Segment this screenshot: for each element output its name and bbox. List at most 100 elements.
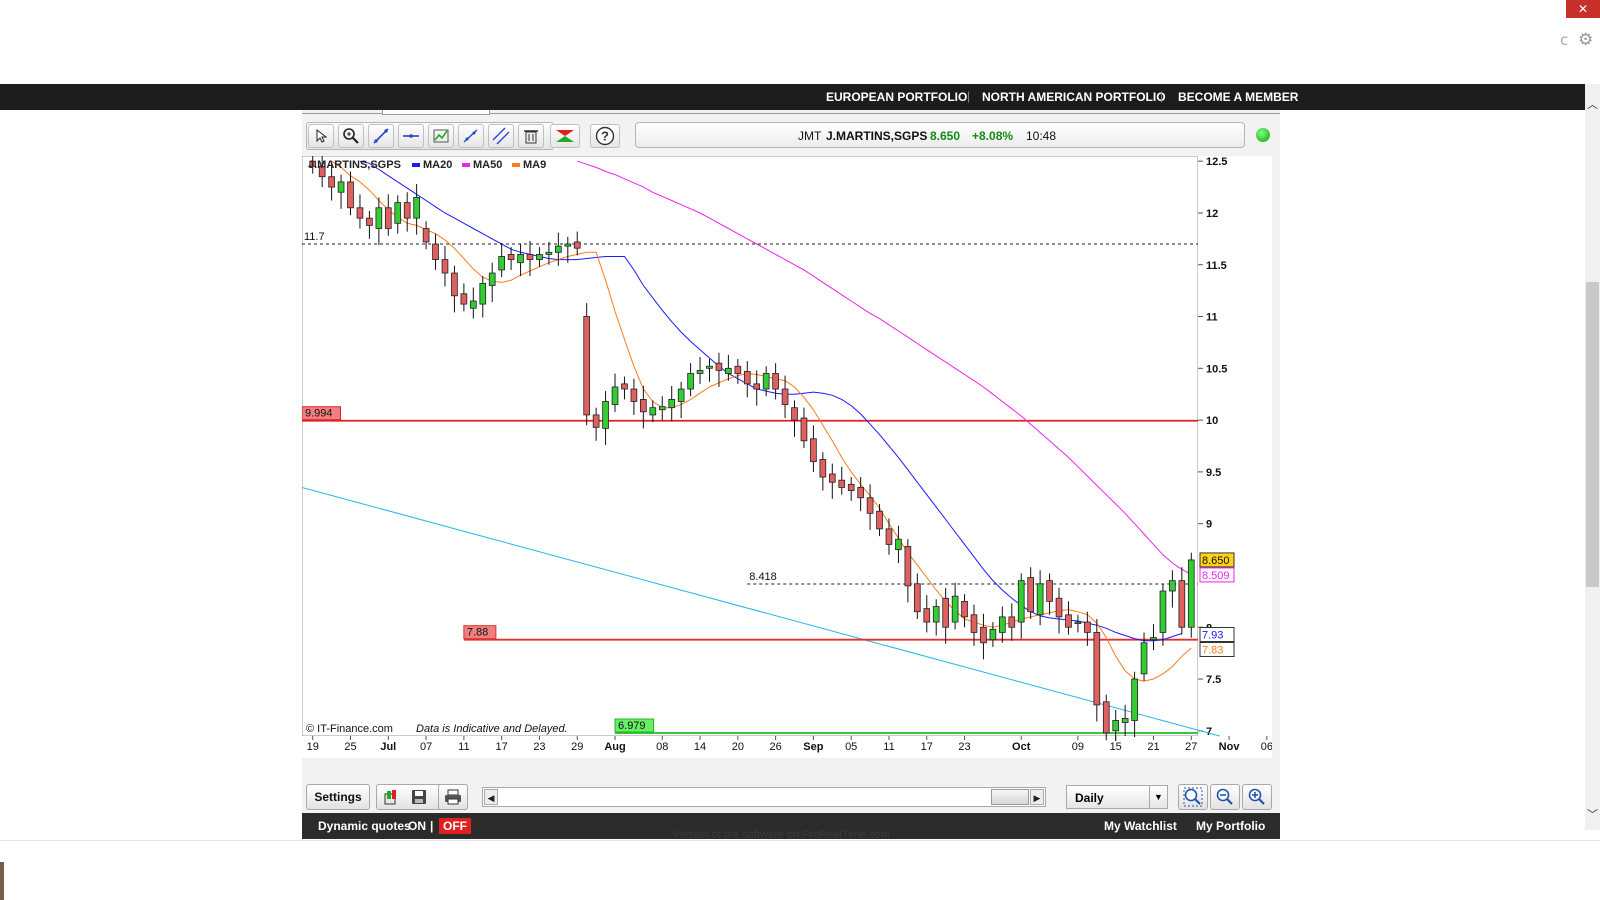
quote-ticker-box: JMT J.MARTINS,SGPS 8.650 +8.08% 10:48	[635, 122, 1245, 148]
scroll-right-icon[interactable]: ▶	[1030, 789, 1044, 805]
prorealtime-logo-icon[interactable]	[550, 124, 580, 148]
x-tick-label: 17	[921, 741, 933, 753]
candle-body	[451, 272, 458, 297]
candle-body	[1027, 577, 1035, 613]
x-tick-label: 26	[769, 741, 781, 753]
nav-become-member[interactable]: BECOME A MEMBER	[1178, 90, 1298, 104]
status-indicator-icon	[1256, 128, 1270, 142]
help-button[interactable]: ?	[590, 124, 620, 148]
candle-body	[980, 626, 987, 644]
candle-body	[762, 373, 770, 390]
x-tick-label: Oct	[1012, 741, 1031, 753]
page-bottom-area	[0, 840, 1600, 900]
candle-body	[1140, 642, 1148, 675]
legend-label: MA9	[523, 159, 546, 171]
trendline-icon[interactable]	[368, 124, 394, 148]
scroll-left-icon[interactable]: ◀	[484, 789, 498, 805]
zoom-in-icon[interactable]	[1242, 784, 1272, 810]
tab-active[interactable]	[382, 110, 490, 115]
nav-north-american-portfolio[interactable]: NORTH AMERICAN PORTFOLIO	[982, 90, 1166, 104]
scroll-up-icon[interactable]: ︿	[1585, 96, 1600, 112]
zoom-out-icon[interactable]	[1210, 784, 1240, 810]
candle	[583, 303, 591, 426]
corner-mark	[0, 862, 4, 900]
x-tick-label: Nov	[1219, 741, 1241, 753]
candle-body	[602, 401, 609, 429]
candle-body	[810, 438, 817, 462]
x-tick-label: 06	[1261, 741, 1272, 753]
partial-icon: ⅽ	[1560, 32, 1569, 49]
candle-body	[904, 546, 912, 587]
candle-body	[876, 510, 883, 530]
my-watchlist-link[interactable]: My Watchlist	[1104, 819, 1177, 833]
level-label: 11.7	[304, 231, 325, 243]
candle-body	[725, 367, 732, 374]
plot-area	[302, 156, 1199, 737]
candle-body	[1112, 720, 1120, 732]
candle-body	[564, 243, 572, 247]
y-tick-label: 7.5	[1206, 674, 1221, 686]
quote-symbol: JMT	[798, 129, 822, 143]
candle-body	[658, 406, 666, 411]
price-chart[interactable]: 12.51211.51110.5109.5987.571925Jul071117…	[302, 156, 1272, 776]
period-select[interactable]: Daily ▼	[1066, 785, 1168, 809]
candle-body	[649, 407, 657, 416]
export-icon[interactable]	[378, 786, 404, 808]
candle-body	[1008, 616, 1016, 628]
fibonacci-icon[interactable]	[458, 124, 484, 148]
scroll-thumb[interactable]	[991, 789, 1029, 805]
tab[interactable]	[302, 110, 382, 114]
scroll-down-icon[interactable]: ﹀	[1585, 806, 1600, 822]
legend-swatch	[462, 163, 470, 167]
zoom-area-icon[interactable]	[338, 124, 364, 148]
channel-icon[interactable]	[488, 124, 514, 148]
candle-body	[536, 253, 543, 260]
footer-separator: |	[430, 819, 434, 833]
page-scrollbar-thumb[interactable]	[1586, 282, 1599, 587]
delete-icon[interactable]	[518, 124, 544, 148]
print-icon[interactable]	[438, 784, 468, 810]
chart-horizontal-scrollbar[interactable]: ◀ ▶	[482, 787, 1046, 807]
candle-body	[1121, 717, 1129, 723]
top-navigation: EUROPEAN PORTFOLIO | NORTH AMERICAN PORT…	[0, 84, 1590, 110]
nav-separator: |	[1160, 89, 1164, 103]
y-tick-label: 10.5	[1206, 363, 1227, 375]
candle-body	[375, 207, 383, 229]
candle-body	[394, 202, 402, 224]
gear-icon[interactable]: ⚙	[1578, 30, 1593, 50]
price-value-label: 7.93	[1202, 630, 1223, 642]
dynamic-quotes-label: Dynamic quotes	[318, 819, 411, 833]
candle-body	[970, 614, 978, 633]
nav-european-portfolio[interactable]: EUROPEAN PORTFOLIO	[826, 90, 967, 104]
chevron-down-icon[interactable]: ▼	[1149, 786, 1167, 808]
candle-body	[687, 373, 694, 390]
candle-body	[819, 459, 827, 478]
pointer-icon[interactable]	[308, 124, 334, 148]
zoom-fit-icon[interactable]	[1178, 784, 1208, 810]
horizontal-line-icon[interactable]	[398, 124, 424, 148]
candle-body	[800, 417, 808, 442]
candle-body	[347, 181, 354, 209]
candle-body	[989, 628, 997, 641]
x-tick-label: 27	[1185, 741, 1197, 753]
y-tick-label: 9.5	[1206, 467, 1221, 479]
chart-canvas[interactable]: 12.51211.51110.5109.5987.571925Jul071117…	[302, 156, 1272, 776]
quote-price: 8.650	[930, 129, 961, 143]
x-tick-label: 29	[571, 741, 583, 753]
window-close-button[interactable]: ✕	[1566, 0, 1600, 18]
level-label: 6.979	[618, 720, 646, 732]
settings-button[interactable]: Settings	[306, 784, 370, 810]
candle-body	[1187, 559, 1195, 628]
my-portfolio-link[interactable]: My Portfolio	[1196, 819, 1265, 833]
candle-body	[507, 253, 515, 260]
save-icon[interactable]	[406, 786, 432, 808]
dynamic-quotes-off[interactable]: OFF	[439, 818, 471, 834]
indicator-icon[interactable]	[428, 124, 454, 148]
candle-body	[621, 383, 628, 390]
candle-body	[1102, 701, 1110, 734]
candle-body	[545, 251, 553, 255]
candle-body	[526, 253, 534, 260]
legend-swatch	[412, 163, 420, 167]
dynamic-quotes-on[interactable]: ON	[408, 819, 426, 833]
x-tick-label: 08	[656, 741, 668, 753]
